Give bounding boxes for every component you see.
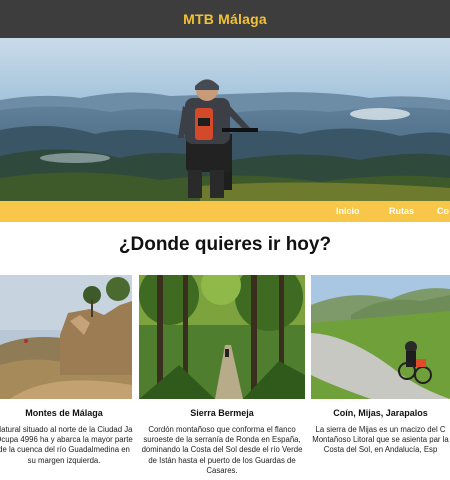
route-text-coin-mijas-jarapalos: La sierra de Mijas es un macizo del C Mo… [312,425,449,455]
route-text-sierra-bermeja: Cordón montañoso que conforma el flanco … [141,425,303,475]
page-heading: ¿Donde quieres ir hoy? [118,234,332,255]
route-title-sierra-bermeja[interactable]: Sierra Bermeja [139,408,305,422]
top-bar: MTB Málaga [0,0,450,38]
route-image-coin-mijas-jarapalos[interactable] [311,275,450,399]
route-title-coin-mijas-jarapalos[interactable]: Coín, Mijas, Jarapalos [311,408,450,422]
nav-item-contacto[interactable]: Co [437,201,449,222]
nav-bar: Inicio Rutas Co [0,201,450,222]
site-brand[interactable]: MTB Málaga [0,0,450,38]
route-title-montes-de-malaga[interactable]: Montes de Málaga [0,408,128,422]
route-text-montes-de-malaga: Natural situado al norte de la Ciudad Ja… [0,425,133,465]
nav-item-rutas[interactable]: Rutas [389,201,414,222]
nav-item-inicio[interactable]: Inicio [336,201,360,222]
route-image-sierra-bermeja[interactable] [139,275,305,399]
route-image-montes-de-malaga[interactable] [0,275,132,399]
hero-image [0,38,450,201]
